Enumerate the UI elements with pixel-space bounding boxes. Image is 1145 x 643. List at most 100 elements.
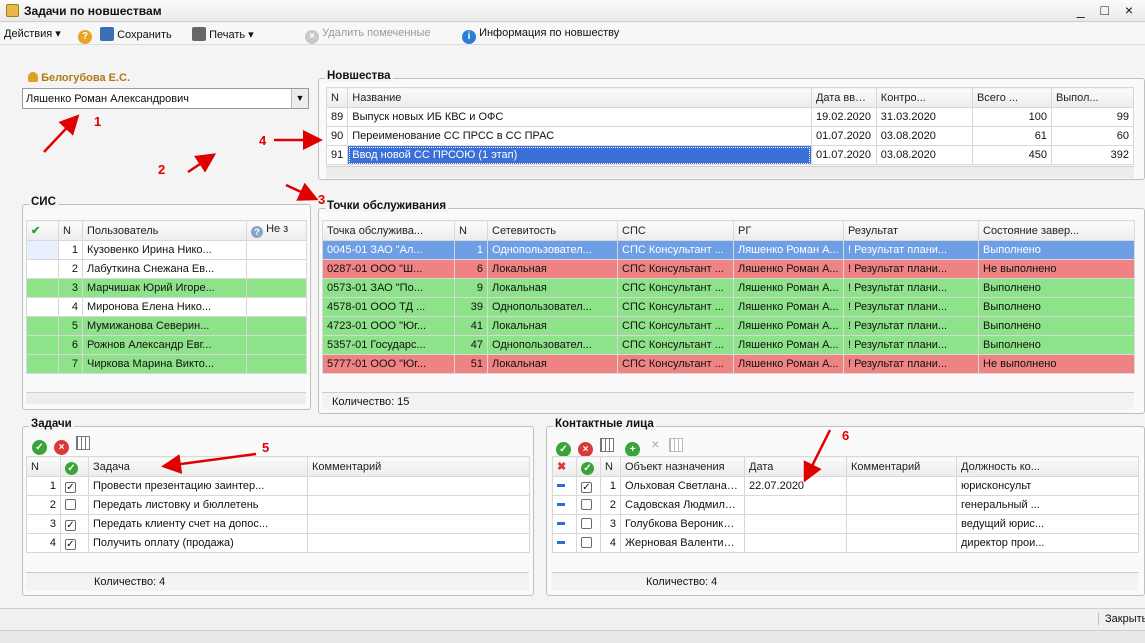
col-user[interactable]: Пользователь — [82, 220, 247, 241]
cell — [576, 533, 601, 553]
col-point[interactable]: Точка обслужива... — [322, 220, 455, 241]
col-result[interactable]: Результат — [843, 220, 979, 241]
cell — [26, 297, 59, 317]
col-n[interactable]: N — [58, 220, 83, 241]
print-button[interactable]: Печать ▾ — [192, 27, 254, 41]
col-date[interactable]: Дата — [744, 456, 847, 477]
table-row[interactable]: 2 Передать листовку и бюллетень — [26, 495, 530, 515]
close-button[interactable]: Закрыть — [1098, 613, 1145, 625]
close-icon[interactable]: × — [578, 442, 594, 457]
col-state[interactable]: Состояние завер... — [978, 220, 1135, 241]
grid-disabled-icon[interactable] — [668, 438, 683, 452]
col-mark[interactable]: ✖ — [552, 456, 577, 477]
col-done[interactable]: ✓ — [60, 456, 89, 477]
col-comment[interactable]: Комментарий — [846, 456, 957, 477]
col-position[interactable]: Должность ко... — [956, 456, 1139, 477]
delete-marked-button[interactable]: × Удалить помеченные — [305, 27, 431, 44]
checkbox-checked[interactable]: ✓ — [65, 539, 76, 550]
table-row[interactable]: 4578-01 ООО ТД ... 39 Однопользовател... СП… — [322, 297, 1135, 317]
col-rg[interactable]: РГ — [733, 220, 844, 241]
table-row[interactable]: ✓ 1Ольховая Светлана Василь...22.07.2020 ю… — [552, 476, 1139, 496]
chevron-down-icon[interactable]: ▼ — [291, 89, 308, 108]
user-label: Белогубова Е.С. — [28, 72, 130, 84]
cell: 1 — [600, 476, 621, 496]
col-sps[interactable]: СПС — [617, 220, 734, 241]
checkbox-unchecked[interactable] — [581, 518, 592, 529]
col-done[interactable]: Выпол... — [1050, 87, 1135, 108]
col-not-done[interactable]: ? Не з — [246, 220, 307, 241]
cell: 7 — [58, 354, 83, 374]
table-row[interactable]: 1 Кузовенко Ирина Нико... — [26, 240, 307, 260]
checkbox-unchecked[interactable] — [65, 499, 76, 510]
grid-icon[interactable] — [600, 438, 615, 452]
col-date-in[interactable]: Дата ввод... — [810, 87, 877, 108]
check-icon[interactable]: ✓ — [32, 440, 47, 455]
table-row[interactable]: 4 Миронова Елена Нико... — [26, 297, 307, 317]
col-control[interactable]: Контро... — [875, 87, 973, 108]
cell: 6 — [454, 259, 488, 279]
user-select[interactable]: Ляшенко Роман Александрович ▼ — [22, 88, 309, 109]
checkbox-unchecked[interactable] — [581, 537, 592, 548]
table-row[interactable]: 0287-01 ООО "Ш... 6 Локальная СПС Консульта… — [322, 259, 1135, 279]
cell: СПС Консультант ... — [617, 259, 734, 279]
table-row[interactable]: 5 Мумижанова Северин... — [26, 316, 307, 336]
save-button[interactable]: Сохранить — [100, 27, 172, 41]
col-check[interactable]: ✔ — [26, 220, 59, 241]
table-row[interactable]: 89 Выпуск новых ИБ КВС и ОФС 19.02.2020 31.… — [325, 107, 1135, 127]
cell: Лабуткина Снежана Ев... — [82, 259, 247, 279]
table-row[interactable]: 3 Марчишак Юрий Игоре... — [26, 278, 307, 298]
grid-icon[interactable] — [76, 436, 91, 450]
table-row[interactable]: 1 ✓ Провести презентацию заинтер... — [26, 476, 530, 496]
contacts-title: Контактные лица — [553, 418, 656, 430]
add-icon[interactable]: + — [625, 442, 641, 457]
check-icon[interactable]: ✓ — [556, 442, 571, 457]
table-row[interactable]: 4 ✓ Получить оплату (продажа) — [26, 533, 530, 553]
sis-hscroll[interactable] — [26, 392, 306, 404]
close-icon[interactable]: × — [54, 440, 70, 455]
table-row[interactable]: 6 Рожнов Александр Евг... — [26, 335, 307, 355]
col-comment[interactable]: Комментарий — [307, 456, 530, 477]
col-network[interactable]: Сетевитость — [487, 220, 618, 241]
col-n[interactable]: N — [454, 220, 488, 241]
col-task[interactable]: Задача — [88, 456, 308, 477]
cell: 2 — [600, 495, 621, 515]
col-n[interactable]: N — [325, 87, 349, 108]
cell: ! Результат плани... — [843, 335, 979, 355]
table-row[interactable]: 3 ✓ Передать клиенту счет на допос... — [26, 514, 530, 534]
help-button[interactable]: ? — [78, 27, 92, 44]
novelties-hscroll[interactable] — [326, 166, 1134, 178]
table-row[interactable]: 4723-01 ООО "Юг... 41 Локальная СПС Консуль… — [322, 316, 1135, 336]
table-row[interactable]: 4Жерновая Валентина Иван... директор прои… — [552, 533, 1139, 553]
window-controls[interactable]: _ □ × — [1077, 2, 1139, 18]
col-n[interactable]: N — [600, 456, 621, 477]
cell: Садовская Людмила Петро... — [620, 495, 745, 515]
delete-icon: × — [305, 30, 319, 44]
table-row[interactable]: 5777-01 ООО "Юг... 51 Локальная СПС Консуль… — [322, 354, 1135, 374]
table-row[interactable]: 2 Лабуткина Снежана Ев... — [26, 259, 307, 279]
checkbox-checked[interactable]: ✓ — [581, 482, 592, 493]
checkbox-unchecked[interactable] — [581, 499, 592, 510]
table-row[interactable]: 0573-01 ЗАО "По... 9 Локальная СПС Консульт… — [322, 278, 1135, 298]
table-row[interactable]: 91 Ввод новой СС ПРСОЮ (1 этап) 01.07.2020… — [325, 145, 1135, 165]
table-row[interactable]: 90 Переименование СС ПРСС в СС ПРАС 01.07.… — [325, 126, 1135, 146]
table-row[interactable]: 3Голубкова Вероника Алекс... ведущий юрис… — [552, 514, 1139, 534]
col-total[interactable]: Всего ... — [971, 87, 1052, 108]
bottom-hscroll[interactable] — [0, 630, 1145, 643]
table-row[interactable]: 7 Чиркова Марина Викто... — [26, 354, 307, 374]
table-row[interactable]: 2Садовская Людмила Петро... генеральный .… — [552, 495, 1139, 515]
table-row[interactable]: 0045-01 ЗАО "Ал... 1 Однопользовател... СПС… — [322, 240, 1135, 260]
checkbox-checked[interactable]: ✓ — [65, 482, 76, 493]
col-n[interactable]: N — [26, 456, 61, 477]
checkbox-checked[interactable]: ✓ — [65, 520, 76, 531]
actions-menu[interactable]: Действия ▾ — [4, 27, 61, 40]
col-done[interactable]: ✓ — [576, 456, 601, 477]
col-name[interactable]: Название — [347, 87, 812, 108]
table-row[interactable]: 5357-01 Государс... 47 Однопользовател... С… — [322, 335, 1135, 355]
info-button[interactable]: i Информация по новшеству — [462, 27, 619, 44]
col-object[interactable]: Объект назначения — [620, 456, 745, 477]
cell: 2 — [58, 259, 83, 279]
check-icon: ✔ — [31, 225, 41, 237]
annotation-4: 4 — [259, 133, 267, 148]
delete-icon[interactable]: × — [651, 436, 659, 452]
user-name-label: Белогубова Е.С. — [41, 72, 131, 84]
